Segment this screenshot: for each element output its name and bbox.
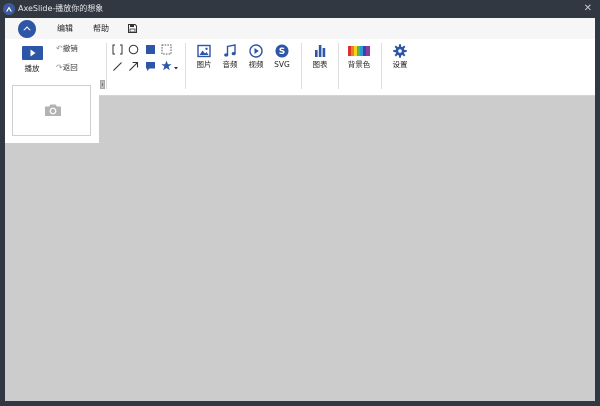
home-button[interactable]: [18, 20, 36, 38]
slide-panel: [5, 78, 99, 143]
circle-icon[interactable]: [128, 44, 139, 55]
bracket-frame-icon[interactable]: [112, 44, 123, 55]
undo-button[interactable]: ↶撤销: [56, 44, 78, 54]
home-icon: [23, 26, 31, 31]
menu-edit[interactable]: 编辑: [57, 18, 73, 39]
undo-label: 撤销: [62, 44, 78, 53]
audio-button[interactable]: 音频: [220, 44, 240, 70]
menu-bar: 编辑 帮助: [5, 18, 595, 39]
svg-label: SVG: [274, 60, 290, 69]
chart-label: 图表: [312, 60, 328, 69]
slide-thumbnail[interactable]: [12, 85, 91, 136]
rainbow-icon: [348, 46, 370, 56]
svg-button[interactable]: S SVG: [271, 44, 293, 70]
line-icon[interactable]: [112, 61, 123, 72]
redo-label: 返回: [62, 63, 78, 72]
canvas-area[interactable]: [106, 78, 595, 401]
title-bar: AxeSlide-播放你的想象 ✕: [0, 0, 600, 18]
star-icon[interactable]: [161, 60, 179, 72]
window-title: AxeSlide-播放你的想象: [18, 4, 104, 13]
settings-label: 设置: [392, 60, 408, 69]
svg-text:S: S: [279, 47, 285, 57]
app-logo-icon: [3, 3, 15, 15]
panel-collapse-handle[interactable]: [100, 80, 105, 89]
chart-button[interactable]: 图表: [310, 44, 330, 70]
bar-chart-icon: [315, 45, 326, 57]
square-icon[interactable]: [145, 44, 156, 55]
undo-icon: ↶: [56, 44, 63, 53]
arrow-icon[interactable]: [128, 61, 139, 72]
audio-label: 音频: [222, 60, 238, 69]
background-color-button[interactable]: 背景色: [344, 44, 374, 70]
camera-icon: [45, 104, 61, 116]
callout-icon[interactable]: [145, 61, 156, 72]
redo-button[interactable]: ↷返回: [56, 63, 78, 73]
gear-icon: [393, 44, 407, 58]
svg-icon: S: [275, 44, 289, 58]
settings-button[interactable]: 设置: [389, 44, 411, 70]
background-color-label: 背景色: [347, 60, 371, 69]
close-icon[interactable]: ✕: [584, 2, 592, 15]
image-button[interactable]: 图片: [194, 44, 214, 70]
video-icon: [249, 44, 263, 58]
dashed-rect-icon[interactable]: [161, 44, 172, 55]
video-button[interactable]: 视频: [246, 44, 266, 70]
image-label: 图片: [196, 60, 212, 69]
menu-help[interactable]: 帮助: [93, 18, 109, 39]
play-button[interactable]: 播放: [19, 46, 45, 74]
app-window: 编辑 帮助 播放 ↶撤销 ↷返回 图片 音频 视频 S SVG 图表 背景色 设…: [5, 18, 595, 401]
music-icon: [224, 44, 236, 57]
save-icon[interactable]: [128, 24, 137, 33]
play-label: 播放: [24, 64, 40, 73]
image-icon: [197, 44, 211, 58]
play-icon: [21, 46, 43, 60]
video-label: 视频: [248, 60, 264, 69]
redo-icon: ↷: [56, 63, 63, 72]
